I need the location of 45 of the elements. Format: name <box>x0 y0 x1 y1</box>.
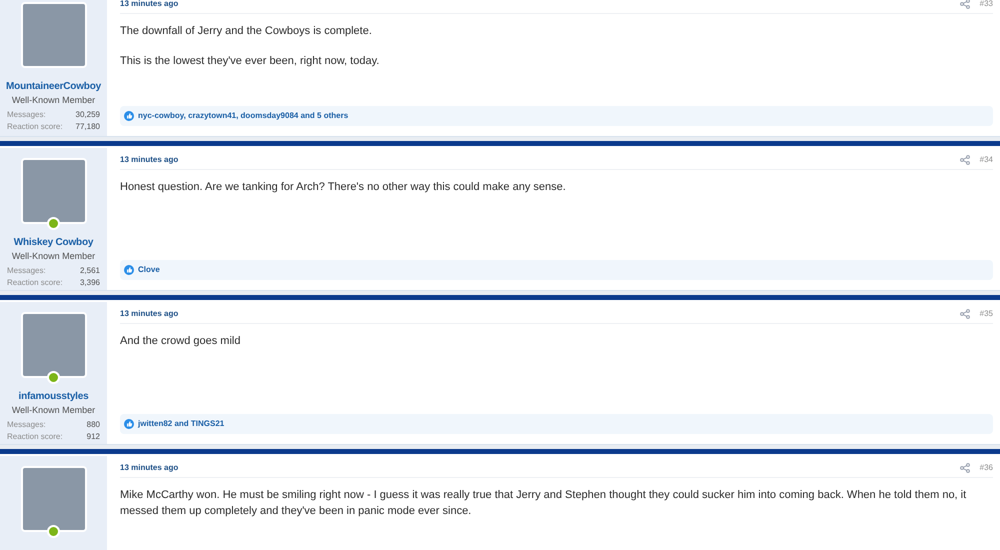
avatar-photo-placeholder[interactable] <box>20 158 86 224</box>
stat-label: Reaction score: <box>7 120 63 132</box>
stat-value: 2,561 <box>80 264 100 276</box>
reactions-link[interactable]: nyc-cowboy, crazytown41, doomsday9084 and 5 others <box>138 110 348 122</box>
post-text: This is the lowest they've ever been, right now, today. <box>120 54 380 69</box>
reactions-link[interactable]: jwitten82 and TINGS21 <box>138 418 224 430</box>
user-title: Well-Known Member <box>12 250 96 263</box>
stat-label: Reaction score: <box>7 276 63 288</box>
stat-value: 30,259 <box>76 108 100 120</box>
user-title: Well-Known Member <box>12 94 96 107</box>
post-number[interactable]: #35 <box>980 308 993 320</box>
stat-label: Messages: <box>7 418 46 430</box>
username-link[interactable]: MountaineerCowboy <box>6 79 101 94</box>
avatar-photo-placeholder[interactable] <box>20 2 86 68</box>
post-timestamp[interactable]: 13 minutes ago <box>120 154 178 166</box>
thumbs-up-icon <box>124 265 134 275</box>
post-number[interactable]: #34 <box>980 154 993 166</box>
post-text: Honest question. Are we tanking for Arch? There's no other way this could make any sense. <box>120 180 567 195</box>
share-icon[interactable] <box>960 155 970 165</box>
post-timestamp[interactable]: 13 minutes ago <box>120 308 178 320</box>
share-icon[interactable] <box>960 309 970 319</box>
stat-label: Messages: <box>7 264 46 276</box>
stat-value: 880 <box>86 418 100 430</box>
stat-value: 912 <box>86 430 100 442</box>
thumbs-up-icon <box>124 111 134 121</box>
post-text: The downfall of Jerry and the Cowboys is complete. <box>120 24 373 39</box>
thumbs-up-icon <box>124 419 134 429</box>
avatar-photo-placeholder[interactable] <box>20 466 86 532</box>
user-title: Well-Known Member <box>12 404 96 417</box>
avatar-photo-placeholder[interactable] <box>20 312 86 378</box>
post-text: And the crowd goes mild <box>120 334 242 349</box>
post-timestamp[interactable]: 13 minutes ago <box>120 0 178 10</box>
share-icon[interactable] <box>960 0 970 9</box>
share-icon[interactable] <box>960 463 970 473</box>
username-link[interactable]: Whiskey Cowboy <box>14 235 94 250</box>
post-timestamp[interactable]: 13 minutes ago <box>120 462 178 474</box>
post-number[interactable]: #33 <box>980 0 993 10</box>
post-number[interactable]: #36 <box>980 462 993 474</box>
stat-label: Messages: <box>7 108 46 120</box>
stat-value: 3,396 <box>80 276 100 288</box>
username-link[interactable]: infamousstyles <box>18 389 88 404</box>
reactions-link[interactable]: Clove <box>138 264 160 276</box>
stat-label: Reaction score: <box>7 430 63 442</box>
stat-value: 77,180 <box>76 120 100 132</box>
post-text: Mike McCarthy won. He must be smiling right now - I guess it was really true that Jerry and Stephen thought they could sucker him into coming back. When he told them no, it messed them up completely and they've been in panic mode ever since. <box>120 488 968 519</box>
